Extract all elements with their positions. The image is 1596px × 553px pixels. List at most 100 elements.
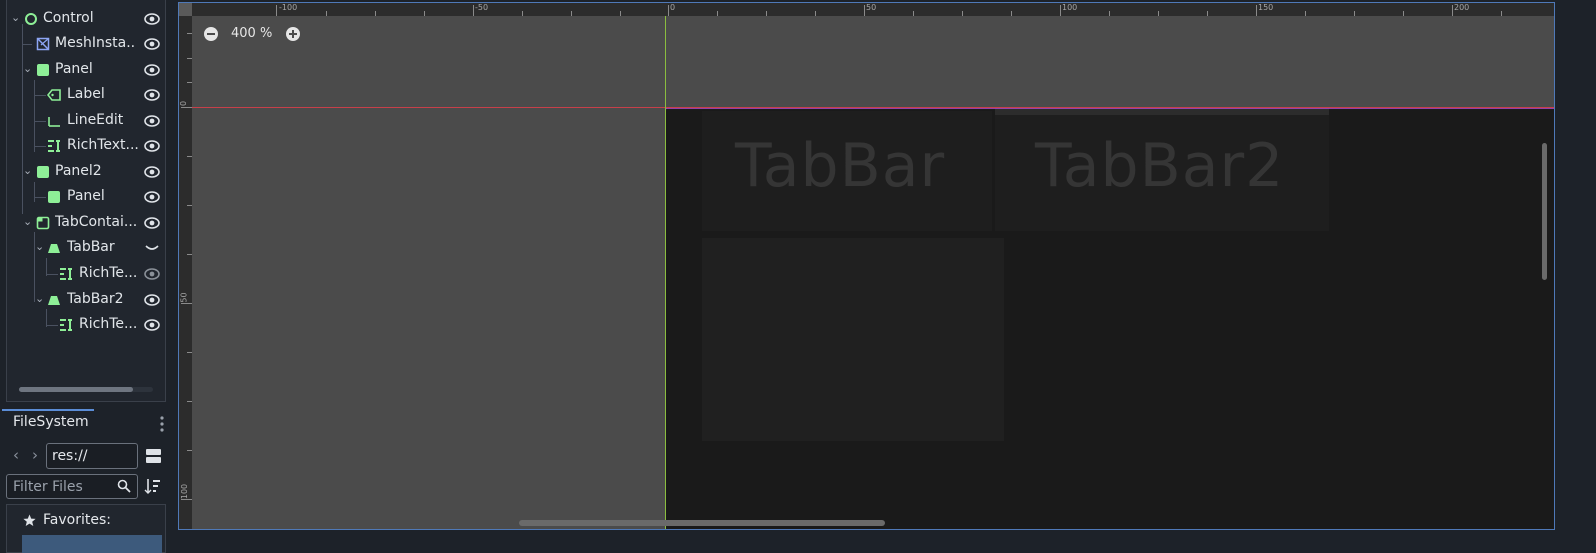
scrollbar-thumb[interactable] bbox=[19, 387, 133, 392]
ruler-label: -50 bbox=[475, 3, 489, 12]
tab-filesystem[interactable]: FileSystem bbox=[13, 414, 89, 430]
ruler-label: 0 bbox=[670, 3, 676, 12]
tree-item-label: Panel bbox=[55, 61, 93, 77]
panel-node-icon bbox=[37, 166, 49, 178]
visibility-hidden-icon[interactable] bbox=[144, 241, 160, 255]
rich-text-icon bbox=[60, 319, 72, 331]
mesh-instance-icon bbox=[36, 37, 50, 51]
tree-item-label: RichTe... bbox=[79, 316, 138, 332]
split-layout-icon[interactable] bbox=[146, 448, 161, 464]
zoom-level[interactable]: 400 % bbox=[231, 26, 272, 41]
panel-node-icon bbox=[37, 64, 49, 76]
selection-edge bbox=[666, 108, 1554, 109]
visibility-eye-icon[interactable] bbox=[144, 63, 160, 77]
visibility-eye-icon[interactable] bbox=[144, 267, 160, 281]
tree-item-panel[interactable]: ⌄ Panel bbox=[7, 58, 165, 82]
canvas-viewport[interactable]: TabBar TabBar2 -100 -50 0 50 100 150 200 bbox=[178, 2, 1555, 530]
panel-ghost bbox=[702, 238, 1004, 441]
ruler-vertical[interactable]: 0 50 100 bbox=[179, 3, 192, 529]
chevron-down-icon[interactable]: ⌄ bbox=[23, 164, 33, 178]
chevron-down-icon[interactable]: ⌄ bbox=[35, 292, 45, 306]
ruler-horizontal[interactable]: -100 -50 0 50 100 150 200 bbox=[179, 3, 1554, 16]
visibility-eye-icon[interactable] bbox=[144, 293, 160, 307]
tree-item-richtext-tabbar2[interactable]: RichTe... bbox=[7, 313, 165, 337]
back-arrow-icon[interactable]: ‹ bbox=[9, 446, 23, 464]
tree-item-label: LineEdit bbox=[67, 112, 124, 128]
star-icon bbox=[23, 514, 36, 526]
tree-item-control[interactable]: ⌄ Control bbox=[7, 7, 165, 31]
ruler-label: 50 bbox=[866, 3, 877, 12]
tree-item-label: RichTe... bbox=[79, 265, 138, 281]
visibility-eye-icon[interactable] bbox=[144, 12, 160, 26]
tree-item-tabbar[interactable]: ⌄ TabBar bbox=[7, 236, 165, 260]
chevron-down-icon[interactable]: ⌄ bbox=[23, 62, 33, 76]
ruler-label: 150 bbox=[1258, 3, 1274, 12]
sort-icon[interactable] bbox=[144, 478, 160, 494]
zoom-out-icon[interactable] bbox=[203, 26, 219, 42]
tree-item-label: Panel2 bbox=[55, 163, 102, 179]
chevron-down-icon[interactable]: ⌄ bbox=[11, 11, 21, 25]
vertical-scrollbar[interactable] bbox=[1542, 143, 1547, 280]
visibility-eye-icon[interactable] bbox=[144, 114, 160, 128]
ruler-label: 200 bbox=[1454, 3, 1470, 12]
tree-item-label: RichText... bbox=[67, 137, 139, 153]
chevron-down-icon[interactable]: ⌄ bbox=[35, 240, 45, 254]
ruler-corner bbox=[179, 3, 192, 16]
kebab-menu-icon[interactable] bbox=[159, 415, 165, 433]
rich-text-icon bbox=[48, 140, 60, 152]
tree-item-panel-child[interactable]: Panel bbox=[7, 185, 165, 209]
tab-bar-icon bbox=[48, 244, 60, 253]
ruler-ticks bbox=[181, 33, 192, 500]
tree-item-label: Control bbox=[43, 10, 94, 26]
line-edit-icon bbox=[48, 117, 60, 127]
tree-item-label: TabBar bbox=[67, 239, 115, 255]
tree-item-tabbar2[interactable]: ⌄ TabBar2 bbox=[7, 288, 165, 312]
label-node-icon bbox=[47, 89, 61, 101]
canvas-tab-label: TabBar2 bbox=[1035, 131, 1285, 201]
visibility-eye-icon[interactable] bbox=[144, 165, 160, 179]
rich-text-icon bbox=[60, 268, 72, 280]
visibility-eye-icon[interactable] bbox=[144, 88, 160, 102]
tree-item-richtext-tabbar[interactable]: RichTe... bbox=[7, 262, 165, 286]
control-node-icon bbox=[25, 13, 37, 25]
list-item-res[interactable] bbox=[22, 535, 162, 553]
filesystem-list: Favorites: bbox=[6, 504, 166, 553]
tree-item-label: TabContai... bbox=[55, 214, 137, 230]
chevron-down-icon[interactable]: ⌄ bbox=[23, 215, 33, 229]
visibility-eye-icon[interactable] bbox=[144, 216, 160, 230]
tab-bar-icon bbox=[48, 296, 60, 305]
tree-item-panel2[interactable]: ⌄ Panel2 bbox=[7, 160, 165, 184]
tree-item-label: TabBar2 bbox=[67, 291, 124, 307]
favorites-label: Favorites: bbox=[43, 512, 111, 528]
ruler-label: 100 bbox=[1062, 3, 1078, 12]
ruler-label: 100 bbox=[180, 483, 190, 500]
y-axis-line bbox=[665, 16, 666, 529]
ruler-label: 0 bbox=[179, 100, 189, 107]
forward-arrow-icon[interactable]: › bbox=[28, 446, 42, 464]
canvas-tab-label: TabBar bbox=[735, 131, 946, 201]
scene-tree-panel: ⌄ Control MeshInsta... ⌄ Panel Label Lin… bbox=[6, 0, 166, 402]
tree-item-label: Panel bbox=[67, 188, 105, 204]
tree-item-meshinstance[interactable]: MeshInsta... bbox=[7, 32, 165, 56]
tab-selected-bar bbox=[995, 108, 1329, 115]
horizontal-scrollbar[interactable] bbox=[519, 520, 885, 526]
ruler-label: -100 bbox=[279, 3, 298, 12]
tab-container-icon bbox=[36, 216, 50, 230]
visibility-eye-icon[interactable] bbox=[144, 190, 160, 204]
visibility-eye-icon[interactable] bbox=[144, 318, 160, 332]
tree-item-label: Label bbox=[67, 86, 105, 102]
tree-item-tabcontainer[interactable]: ⌄ TabContai... bbox=[7, 211, 165, 235]
tree-item-richtext[interactable]: RichText... bbox=[7, 134, 165, 158]
search-icon bbox=[117, 479, 131, 493]
visibility-eye-icon[interactable] bbox=[144, 37, 160, 51]
path-field[interactable] bbox=[46, 443, 138, 469]
tree-item-label: MeshInsta... bbox=[55, 35, 135, 51]
zoom-in-icon[interactable] bbox=[285, 26, 301, 42]
tree-item-label-node[interactable]: Label bbox=[7, 83, 165, 107]
panel-node-icon bbox=[48, 191, 60, 203]
tree-item-lineedit[interactable]: LineEdit bbox=[7, 109, 165, 133]
visibility-eye-icon[interactable] bbox=[144, 139, 160, 153]
ruler-label: 50 bbox=[179, 292, 189, 303]
tab-active-indicator bbox=[2, 409, 94, 411]
tree-horizontal-scrollbar[interactable] bbox=[19, 387, 153, 392]
